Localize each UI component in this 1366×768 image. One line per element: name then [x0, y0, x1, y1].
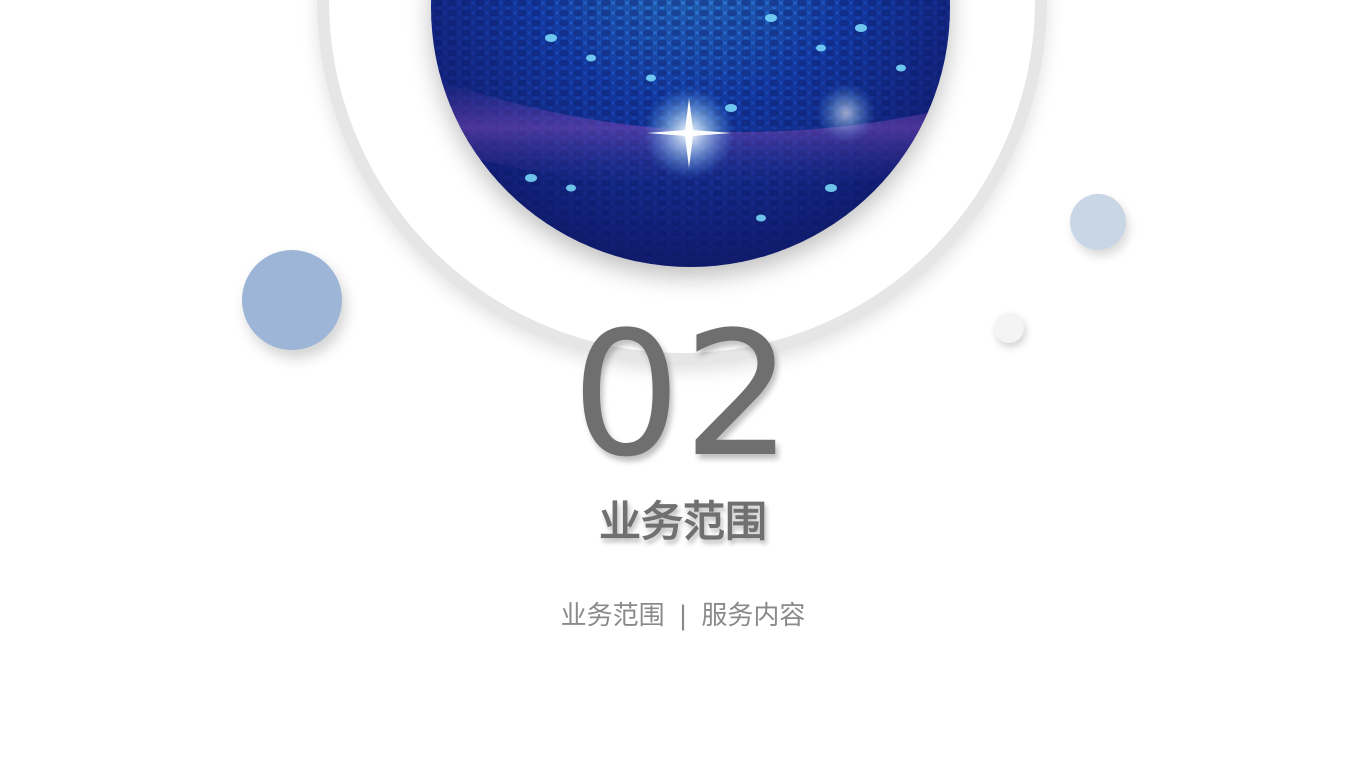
- section-divider-slide: 02 业务范围 业务范围 | 服务内容: [0, 0, 1366, 768]
- section-title: 业务范围: [598, 497, 767, 546]
- subtitle-separator: |: [678, 601, 688, 631]
- subtitle-right: 服务内容: [701, 601, 806, 631]
- decorative-pale-circle: [1070, 194, 1126, 250]
- subtitle-left: 业务范围: [560, 601, 665, 631]
- section-subtitle: 业务范围 | 服务内容: [0, 598, 1366, 634]
- section-number: 02: [571, 294, 795, 495]
